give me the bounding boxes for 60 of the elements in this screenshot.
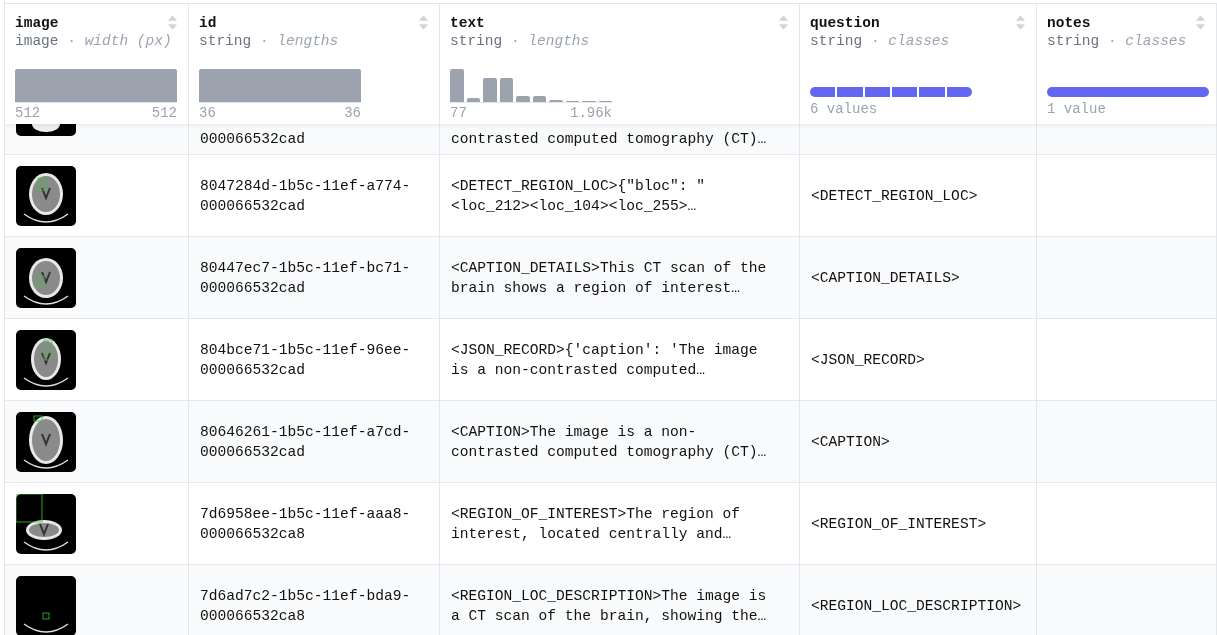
separator-dot: · — [510, 33, 520, 49]
table-cell-text: <JSON_RECORD> — [811, 350, 925, 370]
range-max: 36 — [344, 105, 361, 121]
table-cell-text: 80447ec7-1b5c-11ef-bc71- 000066532cad — [200, 258, 411, 298]
table-cell-text: <REGION_OF_INTEREST>The region of interest, located centrally and… — [451, 504, 740, 544]
separator-dot: · — [67, 33, 76, 49]
histogram-drawing[interactable] — [199, 69, 361, 103]
table-cell-text: <REGION_LOC_DESCRIPTION> — [811, 596, 1022, 616]
class-bar-drawing[interactable] — [810, 87, 972, 97]
column-type: image — [15, 33, 59, 49]
column-type: string — [810, 33, 863, 49]
range-min: 36 — [199, 105, 216, 121]
range-min: 512 — [15, 105, 41, 121]
table-cell-text: 80646261-1b5c-11ef-a7cd- 000066532cad — [200, 422, 411, 462]
column-type: string — [450, 33, 503, 49]
column-stat: width (px) — [84, 33, 172, 49]
range-min: 77 — [450, 105, 467, 121]
column-name: question — [810, 14, 880, 31]
sort-icon[interactable] — [1015, 14, 1026, 31]
table-cell-text: 000066532cad — [200, 130, 306, 149]
column-type: string — [199, 33, 252, 49]
table-cell-text: <DETECT_REGION_LOC>{"bloc": " <loc_212><loc_104><loc_255>… — [451, 176, 705, 216]
class-count: 1 value — [1047, 101, 1106, 117]
table-cell-text: <DETECT_REGION_LOC> — [811, 186, 978, 206]
range-max: 512 — [151, 105, 177, 121]
table-cell-text: 7d6ad7c2-1b5c-11ef-bda9- 000066532ca8 — [200, 586, 411, 626]
table-cell-text: <CAPTION> — [811, 432, 890, 452]
histogram-drawing[interactable] — [450, 69, 612, 103]
column-name: image — [15, 14, 59, 31]
table-cell-text: 804bce71-1b5c-11ef-96ee- 000066532cad — [200, 340, 411, 380]
table-cell-text: <REGION_OF_INTEREST> — [811, 514, 987, 534]
column-name: notes — [1047, 14, 1091, 31]
table-cell-text: 7d6958ee-1b5c-11ef-aaa8- 000066532ca8 — [200, 504, 411, 544]
column-header[interactable]: image image · width (px) 512 512 — [5, 4, 189, 124]
separator-dot: · — [259, 33, 269, 49]
column-name: text — [450, 14, 485, 31]
table-cell-text: <CAPTION>The image is a non- contrasted computed tomography (CT)… — [451, 422, 767, 462]
sort-icon[interactable] — [418, 14, 429, 31]
table-cell-text: contrasted computed tomography (CT)… — [451, 130, 767, 149]
table-cell-text: <CAPTION_DETAILS> — [811, 268, 960, 288]
table-cell-text: 8047284d-1b5c-11ef-a774- 000066532cad — [200, 176, 411, 216]
table-cell-text: <REGION_LOC_DESCRIPTION>The image is a CT scan of the brain, showing the… — [451, 586, 767, 626]
sort-icon[interactable] — [1195, 14, 1206, 31]
class-count: 6 values — [810, 101, 878, 117]
column-header[interactable]: notes string · classes 1 value — [1037, 4, 1217, 124]
column-stat: lengths — [277, 33, 339, 49]
column-stat: classes — [888, 33, 950, 49]
sort-icon[interactable] — [167, 14, 178, 31]
column-header[interactable]: id string · lengths 36 36 — [189, 4, 440, 124]
column-name: id — [199, 14, 217, 31]
separator-dot: · — [1107, 33, 1117, 49]
separator-dot: · — [870, 33, 880, 49]
table-cell-text: <CAPTION_DETAILS>This CT scan of the brain shows a region of interest… — [451, 258, 767, 298]
sort-icon[interactable] — [778, 14, 789, 31]
histogram-drawing[interactable] — [15, 69, 177, 103]
column-type: string — [1047, 33, 1100, 49]
table-cell-text: <JSON_RECORD>{'caption': 'The image is a non-contrasted computed… — [451, 340, 758, 380]
range-max: 1.96k — [570, 105, 612, 121]
column-stat: classes — [1125, 33, 1187, 49]
column-stat: lengths — [528, 33, 590, 49]
